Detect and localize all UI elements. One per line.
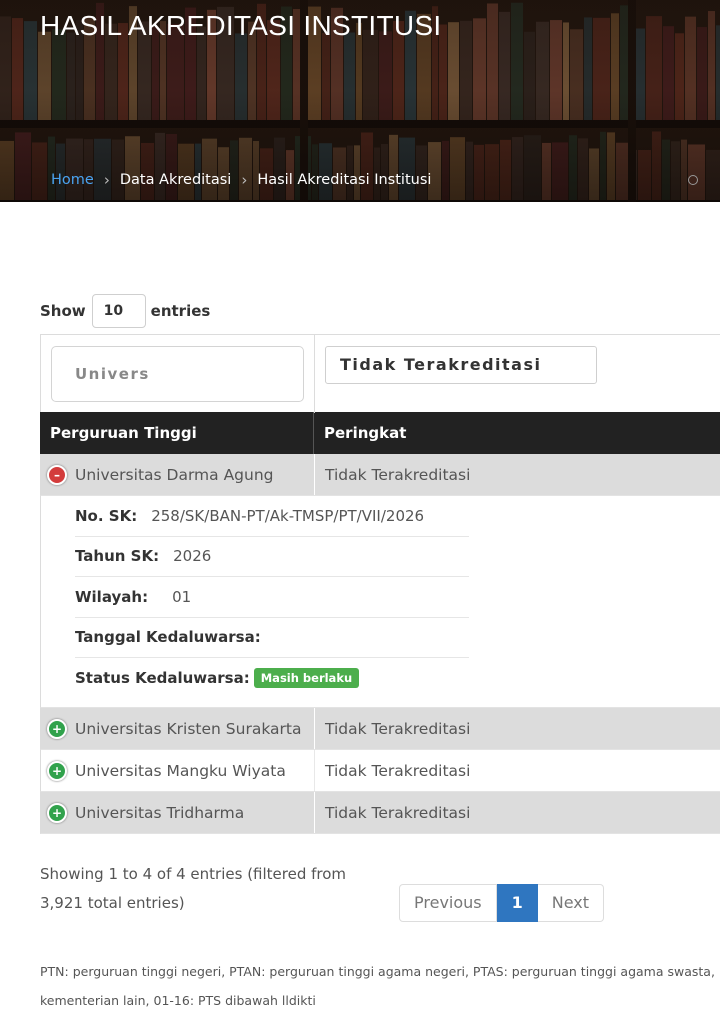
breadcrumb-data-akreditasi-link[interactable]: Data Akreditasi: [120, 172, 232, 188]
breadcrumb-current: Hasil Akreditasi Institusi: [257, 172, 432, 188]
detail-value: 01: [172, 587, 192, 606]
detail-item: Wilayah: 01: [75, 577, 469, 618]
detail-item: Tanggal Kedaluwarsa:: [75, 618, 469, 658]
detail-value: 2026: [173, 547, 212, 566]
detail-label: Tanggal Kedaluwarsa:: [75, 628, 261, 647]
abbreviation-note: PTN: perguruan tinggi negeri, PTAN: perg…: [40, 957, 720, 1009]
detail-value: 258/SK/BAN-PT/Ak-TMSP/PT/VII/2026: [151, 506, 425, 525]
rank-cell: Tidak Terakreditasi: [325, 465, 471, 484]
institution-filter-input[interactable]: Univers: [51, 346, 304, 402]
institution-name: Universitas Tridharma: [75, 803, 245, 822]
accreditation-table: Univers Tidak Terakreditasi Perguruan Ti…: [40, 334, 720, 834]
info-line: Showing 1 to 4 of 4 entries (filtered fr…: [40, 865, 347, 883]
circle-icon: [688, 175, 698, 185]
column-filter-row: Univers Tidak Terakreditasi: [40, 334, 720, 413]
detail-label: No. SK:: [75, 506, 138, 525]
note-line: PTN: perguruan tinggi negeri, PTAN: perg…: [40, 964, 720, 979]
detail-label: Wilayah:: [75, 587, 149, 606]
rank-cell: Tidak Terakreditasi: [325, 761, 471, 780]
rank-cell: Tidak Terakreditasi: [325, 803, 471, 822]
length-control: Show 10 entries: [40, 294, 210, 328]
filter-divider: [314, 335, 315, 413]
pagination: Previous 1 Next: [399, 884, 605, 922]
institution-name: Universitas Kristen Surakarta: [75, 719, 302, 738]
hero-banner: HASIL AKREDITASI INSTITUSI Home › Data A…: [0, 0, 720, 202]
institution-cell: – Universitas Darma Agung: [41, 454, 315, 495]
table-row[interactable]: + Universitas Tridharma Tidak Terakredit…: [40, 792, 720, 834]
institution-cell: + Universitas Kristen Surakarta: [41, 708, 315, 749]
header-peringkat[interactable]: Peringkat: [314, 412, 720, 454]
expand-row-icon[interactable]: +: [47, 802, 67, 823]
detail-label: Status Kedaluwarsa:: [75, 669, 250, 688]
collapse-row-icon[interactable]: –: [47, 464, 67, 485]
table-row[interactable]: + Universitas Mangku Wiyata Tidak Terakr…: [40, 750, 720, 792]
row-detail-panel: No. SK: 258/SK/BAN-PT/Ak-TMSP/PT/VII/202…: [40, 496, 720, 708]
institution-name: Universitas Mangku Wiyata: [75, 761, 286, 780]
chevron-right-icon: ›: [103, 171, 110, 189]
detail-list: No. SK: 258/SK/BAN-PT/Ak-TMSP/PT/VII/202…: [75, 496, 469, 699]
detail-item: No. SK: 258/SK/BAN-PT/Ak-TMSP/PT/VII/202…: [75, 496, 469, 537]
detail-label: Tahun SK:: [75, 547, 160, 566]
next-page-button[interactable]: Next: [537, 884, 605, 922]
expand-row-icon[interactable]: +: [47, 760, 67, 781]
breadcrumb: Home › Data Akreditasi › Hasil Akreditas…: [51, 171, 431, 189]
table-row[interactable]: + Universitas Kristen Surakarta Tidak Te…: [40, 708, 720, 750]
page-title: HASIL AKREDITASI INSTITUSI: [40, 10, 442, 41]
table-row[interactable]: – Universitas Darma Agung Tidak Terakred…: [40, 454, 720, 496]
header-perguruan-tinggi[interactable]: Perguruan Tinggi: [40, 412, 314, 454]
show-label: Show: [40, 302, 86, 320]
institution-cell: + Universitas Mangku Wiyata: [41, 750, 315, 791]
detail-item: Tahun SK: 2026: [75, 537, 469, 577]
institution-cell: + Universitas Tridharma: [41, 792, 315, 833]
chevron-right-icon: ›: [241, 171, 248, 189]
institution-name: Universitas Darma Agung: [75, 465, 274, 484]
page-1-button[interactable]: 1: [496, 884, 538, 922]
rank-filter-select[interactable]: Tidak Terakreditasi: [325, 346, 597, 384]
status-badge: Masih berlaku: [253, 668, 360, 689]
info-line: 3,921 total entries): [40, 894, 185, 912]
entries-label: entries: [150, 302, 211, 320]
rank-cell: Tidak Terakreditasi: [325, 719, 471, 738]
previous-page-button[interactable]: Previous: [399, 884, 497, 922]
detail-item: Status Kedaluwarsa: Masih berlaku: [75, 658, 469, 699]
expand-row-icon[interactable]: +: [47, 718, 67, 739]
note-line: kementerian lain, 01-16: PTS dibawah lld…: [40, 993, 316, 1008]
table-info: Showing 1 to 4 of 4 entries (filtered fr…: [40, 860, 360, 918]
table-header: Perguruan Tinggi Peringkat: [40, 412, 720, 454]
entries-per-page-select[interactable]: 10: [91, 294, 146, 328]
breadcrumb-home-link[interactable]: Home: [51, 172, 94, 188]
